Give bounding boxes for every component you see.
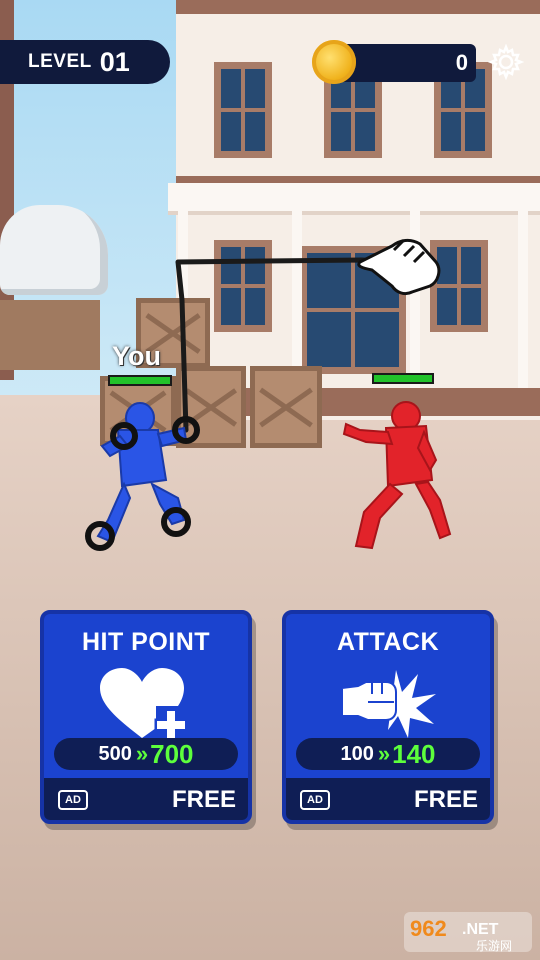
card-title: HIT POINT xyxy=(81,628,211,656)
coin-count: 0 xyxy=(455,50,468,75)
hit-point-upgrade-card[interactable]: HIT POINT 500 » 700 AD FREE xyxy=(40,610,252,824)
player-name-label: You xyxy=(112,341,161,371)
free-label: FREE xyxy=(171,786,236,813)
attack-upgrade-card[interactable]: ATTACK 100 » 140 AD FREE xyxy=(282,610,494,824)
stat-new-value: 140 xyxy=(392,738,436,769)
svg-text:乐游网: 乐游网 xyxy=(476,939,512,953)
stat-change: 100 » 140 xyxy=(296,738,480,770)
coin-icon xyxy=(312,40,356,84)
watermark-logo: 962 .NET 乐游网 xyxy=(404,912,532,953)
enemy-health-bar xyxy=(372,373,434,384)
player-health-bar xyxy=(108,375,172,386)
heart-plus-icon xyxy=(100,668,188,742)
pointing-hand-icon xyxy=(357,238,441,296)
card-footer: AD FREE xyxy=(286,778,490,820)
ad-icon: AD xyxy=(300,790,330,810)
stat-arrow: » xyxy=(377,741,391,766)
level-label: LEVEL xyxy=(28,51,92,72)
svg-text:.NET: .NET xyxy=(462,921,499,938)
gear-icon[interactable] xyxy=(488,44,524,80)
stat-old-value: 100 xyxy=(340,742,374,765)
stat-old-value: 500 xyxy=(98,742,132,765)
free-label: FREE xyxy=(413,786,478,813)
card-footer: AD FREE xyxy=(44,778,248,820)
stat-change: 500 » 700 xyxy=(54,738,238,770)
svg-text:962: 962 xyxy=(410,916,447,941)
ad-icon: AD xyxy=(58,790,88,810)
stat-new-value: 700 xyxy=(150,738,194,769)
drawn-weapon-line xyxy=(175,257,393,433)
level-indicator: LEVEL 01 xyxy=(0,40,170,84)
stat-arrow: » xyxy=(135,741,149,766)
punch-icon xyxy=(341,670,436,738)
enemy-fighter[interactable] xyxy=(342,401,452,550)
card-title: ATTACK xyxy=(336,628,440,656)
level-number: 01 xyxy=(99,46,130,77)
player-fighter[interactable] xyxy=(96,402,188,544)
